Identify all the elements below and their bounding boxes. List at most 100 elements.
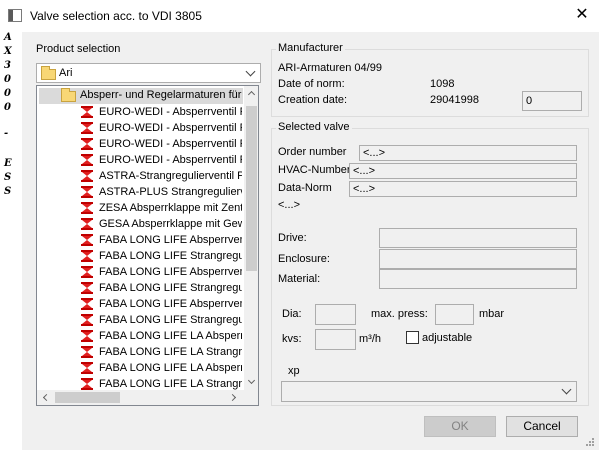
scroll-corner xyxy=(244,390,258,405)
creation-date-label: Creation date: xyxy=(278,94,348,106)
kvs-unit: m³/h xyxy=(359,333,381,345)
hvac-number-label: HVAC-Number xyxy=(278,164,351,176)
tree-item-label: FABA LONG LIFE Absperrvent xyxy=(99,298,242,310)
horizontal-scroll-thumb[interactable] xyxy=(55,392,120,403)
tree-item[interactable]: EURO-WEDI - Absperrventil P xyxy=(37,152,242,168)
tree-item-label: FABA LONG LIFE LA Absperrv xyxy=(99,362,242,374)
valve-icon xyxy=(81,122,93,134)
dia-field xyxy=(315,304,356,325)
adjustable-checkbox[interactable] xyxy=(406,331,419,344)
valve-icon xyxy=(81,378,93,390)
tree-item[interactable]: FABA LONG LIFE Strangreguli xyxy=(37,280,242,296)
tree-root-label: Absperr- und Regelarmaturen für xyxy=(80,89,242,101)
tree-item[interactable]: FABA LONG LIFE Absperrvent xyxy=(37,296,242,312)
valve-icon xyxy=(81,202,93,214)
tree-item-label: FABA LONG LIFE Strangreguli xyxy=(99,282,242,294)
kvs-label: kvs: xyxy=(282,333,302,345)
close-button[interactable]: ✕ xyxy=(565,0,599,32)
tree-item[interactable]: FABA LONG LIFE Absperrvent xyxy=(37,264,242,280)
resize-grip-icon[interactable] xyxy=(583,438,595,448)
folder-open-icon xyxy=(61,88,76,102)
tree-item[interactable]: FABA LONG LIFE Strangreguli xyxy=(37,312,242,328)
vertical-scroll-thumb[interactable] xyxy=(246,106,257,271)
tree-item[interactable]: EURO-WEDI - Absperrventil P xyxy=(37,104,242,120)
chevron-down-icon xyxy=(561,384,572,395)
tree-item[interactable]: FABA LONG LIFE Absperrvent xyxy=(37,232,242,248)
tree-item-label: EURO-WEDI - Absperrventil P xyxy=(99,106,242,118)
folder-icon xyxy=(41,66,56,80)
tree-item-label: FABA LONG LIFE Absperrvent xyxy=(99,266,242,278)
tree-vertical-scrollbar[interactable] xyxy=(244,86,258,390)
xp-combo[interactable] xyxy=(281,381,577,402)
manufacturer-group-title: Manufacturer xyxy=(276,42,345,54)
valve-extra-text: <...> xyxy=(278,199,301,211)
cancel-button[interactable]: Cancel xyxy=(506,416,578,437)
date-of-norm-label: Date of norm: xyxy=(278,78,345,90)
scroll-right-icon[interactable] xyxy=(228,393,237,402)
order-number-label: Order number xyxy=(278,146,347,158)
valve-icon xyxy=(81,330,93,342)
chevron-down-icon xyxy=(245,66,256,77)
dialog-body: Product selection Ari Absperr- und Regel… xyxy=(22,32,599,450)
material-label: Material: xyxy=(278,273,321,285)
manufacturer-combo[interactable]: Ari xyxy=(36,63,261,83)
manufacturer-extra-field: 0 xyxy=(522,91,582,111)
dia-label: Dia: xyxy=(282,308,302,320)
window-title: Valve selection acc. to VDI 3805 xyxy=(30,9,202,23)
tree-horizontal-scrollbar[interactable] xyxy=(37,390,244,405)
drive-field xyxy=(379,228,577,248)
manufacturer-combo-value: Ari xyxy=(59,67,73,79)
creation-date-value: 29041998 xyxy=(430,94,479,106)
product-selection-label: Product selection xyxy=(36,43,121,55)
tree-item[interactable]: FABA LONG LIFE Strangreguli xyxy=(37,248,242,264)
tree-item[interactable]: GESA Absperrklappe mit Gewi xyxy=(37,216,242,232)
data-norm-label: Data-Norm xyxy=(278,182,332,194)
manufacturer-name: ARI-Armaturen 04/99 xyxy=(278,62,382,74)
tree-item[interactable]: ZESA Absperrklappe mit Zentr xyxy=(37,200,242,216)
tree-item[interactable]: ASTRA-PLUS Strangregulierve xyxy=(37,184,242,200)
order-number-field: <...> xyxy=(359,145,577,161)
tree-item-label: ZESA Absperrklappe mit Zentr xyxy=(99,202,242,214)
max-press-field xyxy=(435,304,474,325)
tree-item-label: FABA LONG LIFE LA Strangreg xyxy=(99,346,242,358)
xp-label: xp xyxy=(288,365,300,377)
scroll-down-icon[interactable] xyxy=(247,376,256,385)
drive-label: Drive: xyxy=(278,232,307,244)
material-field xyxy=(379,269,577,289)
ok-button[interactable]: OK xyxy=(424,416,496,437)
product-tree[interactable]: Absperr- und Regelarmaturen für EURO-WED… xyxy=(36,85,259,406)
selected-valve-group-title: Selected valve xyxy=(276,121,352,133)
valve-icon xyxy=(81,266,93,278)
valve-icon xyxy=(81,282,93,294)
valve-icon xyxy=(81,106,93,118)
tree-item-label: ASTRA-Strangregulierventil Pl xyxy=(99,170,242,182)
tree-item[interactable]: ASTRA-Strangregulierventil Pl xyxy=(37,168,242,184)
tree-item[interactable]: FABA LONG LIFE LA Absperrv xyxy=(37,328,242,344)
max-press-label: max. press: xyxy=(371,308,428,320)
tree-item[interactable]: EURO-WEDI - Absperrventil P xyxy=(37,136,242,152)
valve-icon xyxy=(81,218,93,230)
title-bar[interactable]: Valve selection acc. to VDI 3805 ✕ xyxy=(0,0,599,32)
date-of-norm-value: 1098 xyxy=(430,78,455,90)
valve-icon xyxy=(81,154,93,166)
kvs-field xyxy=(315,329,356,350)
close-icon: ✕ xyxy=(575,6,589,23)
scroll-left-icon[interactable] xyxy=(42,393,51,402)
tree-item-label: FABA LONG LIFE Strangreguli xyxy=(99,250,242,262)
valve-icon xyxy=(81,234,93,246)
valve-icon xyxy=(81,170,93,182)
tree-item[interactable]: FABA LONG LIFE LA Strangreg xyxy=(37,344,242,360)
tree-root-node[interactable]: Absperr- und Regelarmaturen für xyxy=(37,88,242,104)
valve-selection-dialog: Valve selection acc. to VDI 3805 ✕ Produ… xyxy=(0,0,599,450)
window-icon xyxy=(8,9,22,22)
valve-icon xyxy=(81,362,93,374)
valve-icon xyxy=(81,314,93,326)
scroll-up-icon[interactable] xyxy=(247,90,256,99)
adjustable-label[interactable]: adjustable xyxy=(422,332,472,344)
enclosure-field xyxy=(379,249,577,269)
data-norm-field: <...> xyxy=(349,181,577,197)
valve-icon xyxy=(81,138,93,150)
tree-item[interactable]: FABA LONG LIFE LA Absperrv xyxy=(37,360,242,376)
tree-item[interactable]: EURO-WEDI - Absperrventil P xyxy=(37,120,242,136)
tree-item-label: EURO-WEDI - Absperrventil P xyxy=(99,138,242,150)
